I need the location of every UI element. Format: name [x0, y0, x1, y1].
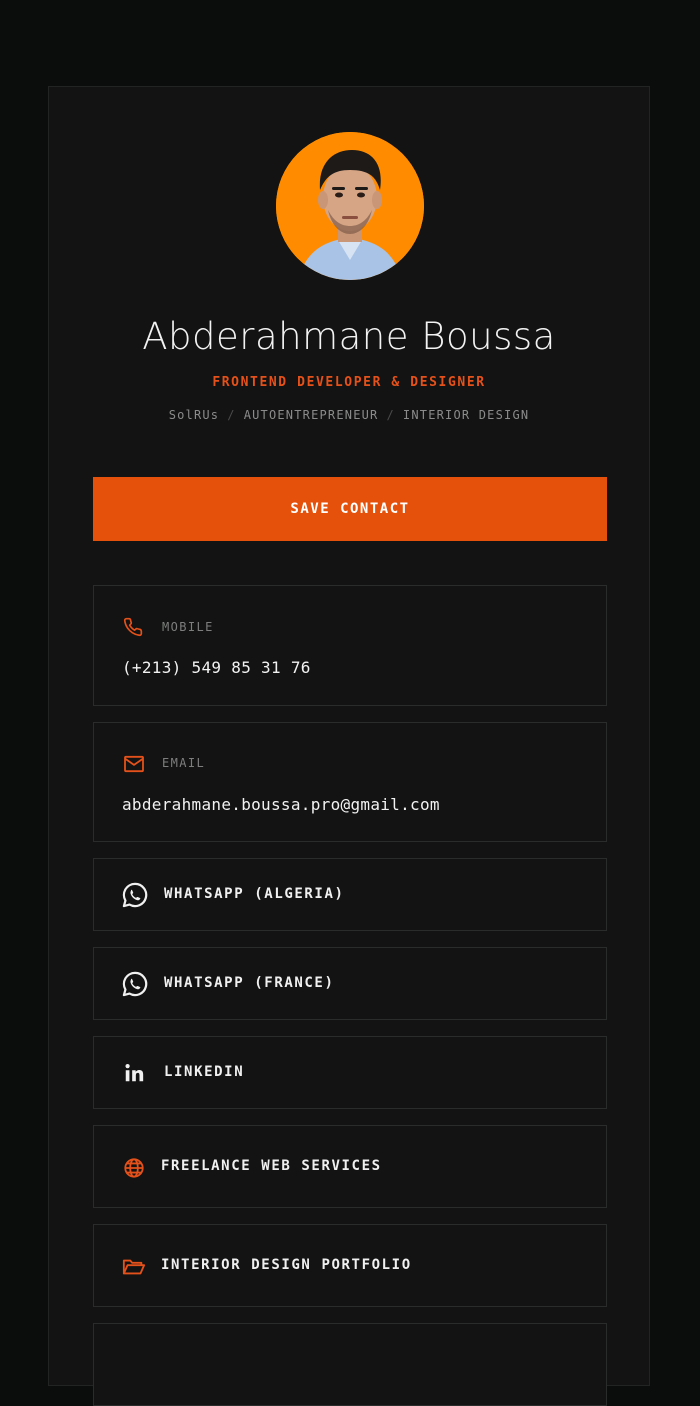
- link-whatsapp-algeria-label: WHATSAPP (ALGERIA): [164, 886, 345, 902]
- email-value: abderahmane.boussa.pro@gmail.com: [122, 795, 440, 814]
- email-label: EMAIL: [162, 756, 206, 770]
- globe-icon: [122, 1156, 146, 1180]
- link-freelance-web-services[interactable]: FREELANCE WEB SERVICES: [93, 1125, 607, 1208]
- whatsapp-icon: [120, 969, 150, 999]
- whatsapp-icon: [120, 880, 150, 910]
- avatar-photo: [276, 132, 424, 280]
- link-whatsapp-algeria[interactable]: WHATSAPP (ALGERIA): [93, 858, 607, 931]
- link-linkedin-label: LINKEDIN: [164, 1064, 245, 1080]
- linkedin-icon: [122, 1061, 146, 1085]
- phone-icon: [122, 616, 144, 638]
- contact-email[interactable]: EMAIL abderahmane.boussa.pro@gmail.com: [93, 722, 607, 842]
- folder-open-icon: [122, 1255, 146, 1279]
- profile-role: FRONTEND DEVELOPER & DESIGNER: [212, 375, 486, 390]
- link-whatsapp-france-label: WHATSAPP (FRANCE): [164, 975, 335, 991]
- meta-company: SolRUs: [168, 408, 220, 422]
- meta-status: AUTOENTREPRENEUR: [243, 408, 379, 422]
- link-freelance-label: FREELANCE WEB SERVICES: [161, 1158, 382, 1174]
- link-whatsapp-france[interactable]: WHATSAPP (FRANCE): [93, 947, 607, 1020]
- contact-mobile[interactable]: MOBILE (+213) 549 85 31 76: [93, 585, 607, 706]
- meta-separator: /: [386, 408, 395, 422]
- link-portfolio-label: INTERIOR DESIGN PORTFOLIO: [161, 1257, 412, 1273]
- save-contact-button[interactable]: SAVE CONTACT: [93, 477, 607, 541]
- link-interior-design-portfolio[interactable]: INTERIOR DESIGN PORTFOLIO: [93, 1224, 607, 1307]
- meta-separator: /: [227, 408, 236, 422]
- link-linkedin[interactable]: LINKEDIN: [93, 1036, 607, 1109]
- avatar: [276, 132, 424, 280]
- profile-name: Abderahmane Boussa: [142, 315, 556, 358]
- list-item[interactable]: [93, 1323, 607, 1406]
- profile-meta: SolRUs / AUTOENTREPRENEUR / INTERIOR DESIGN: [49, 408, 649, 422]
- meta-field: INTERIOR DESIGN: [402, 408, 530, 422]
- mail-icon: [122, 753, 146, 775]
- mobile-label: MOBILE: [162, 620, 214, 634]
- mobile-value: (+213) 549 85 31 76: [122, 658, 311, 677]
- profile-card: Abderahmane Boussa FRONTEND DEVELOPER & …: [48, 86, 650, 1406]
